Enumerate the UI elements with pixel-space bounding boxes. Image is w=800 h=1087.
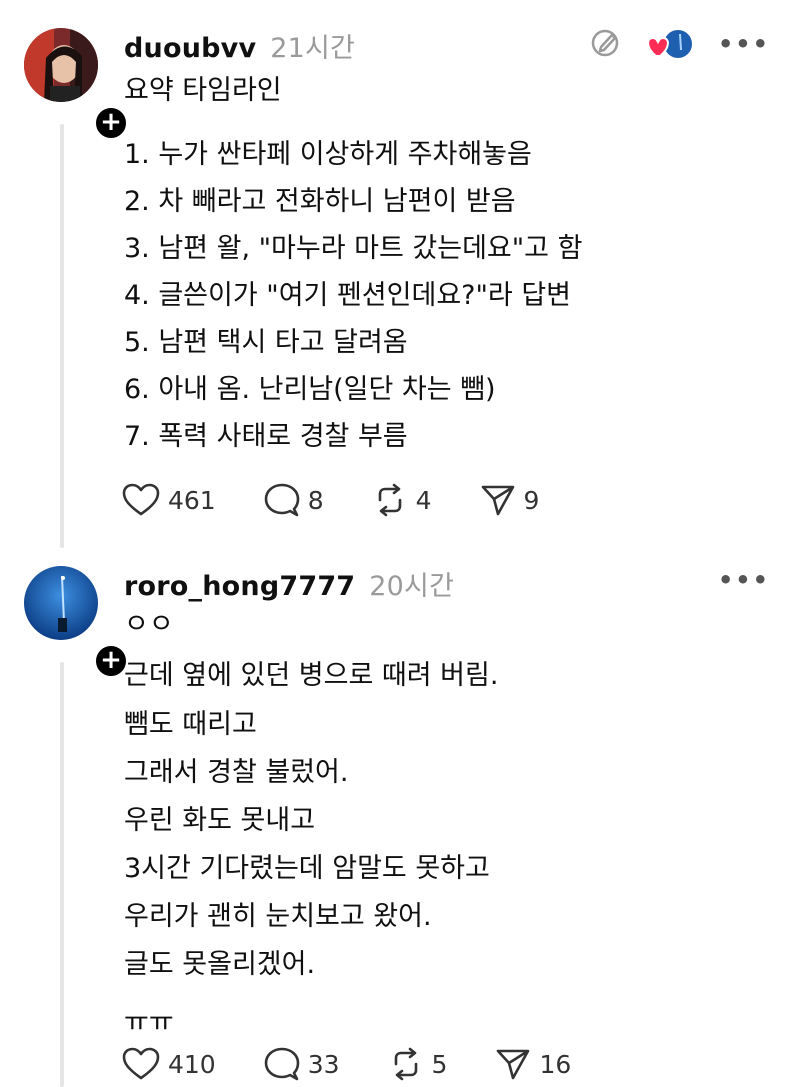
thread-line: [60, 662, 64, 1087]
post-duoubvv: + duoubvv 21시간 ••• 요약 타임라인 1. 누가 싼타페 이상하게…: [0, 0, 800, 548]
post-line: 1. 누가 싼타페 이상하게 주차해놓음: [124, 139, 532, 170]
post-header: roro_hong7777 20시간: [124, 564, 454, 603]
post-line: 3. 남편 왈, "마누라 마트 갔는데요"고 함: [124, 233, 583, 264]
more-options-button[interactable]: •••: [718, 30, 770, 58]
post-line: 4. 글쓴이가 "여기 펜션인데요?"라 답변: [124, 280, 572, 311]
repost-icon: [378, 483, 401, 517]
share-icon: [481, 485, 514, 516]
comment-button[interactable]: 33: [264, 1046, 340, 1082]
post-title: 요약 타임라인: [124, 67, 282, 114]
repost-count: 4: [415, 485, 432, 515]
repost-count: 5: [431, 1049, 448, 1079]
like-button[interactable]: 410: [122, 1047, 216, 1081]
post-line: 7. 폭력 사태로 경찰 부름: [124, 421, 408, 452]
avatar-image: [24, 28, 98, 102]
post-line: ㅠㅠ: [124, 1007, 174, 1038]
post-roro-hong7777: + roro_hong7777 20시간 ••• ㅇㅇ 근데 옆에 있던 병으로 …: [0, 548, 800, 1087]
comment-icon: [264, 483, 300, 517]
pencil-circle-icon[interactable]: [590, 26, 622, 62]
post-line: 뺌도 때리고: [124, 709, 257, 740]
post-line: 5. 남편 택시 타고 달려옴: [124, 327, 408, 358]
avatar-duoubvv[interactable]: +: [24, 28, 130, 142]
like-count: 461: [168, 485, 216, 515]
post-time: 21시간: [270, 33, 356, 64]
username[interactable]: roro_hong7777: [124, 571, 355, 602]
repost-button[interactable]: 4: [372, 482, 432, 518]
post-line: 글도 못올리겠어.: [124, 949, 316, 980]
share-count: 9: [523, 485, 540, 515]
post-time: 20시간: [369, 571, 455, 602]
post-line: 그래서 경찰 불렀어.: [124, 757, 349, 788]
like-count: 410: [168, 1049, 216, 1079]
share-count: 16: [539, 1049, 572, 1079]
share-icon: [497, 1049, 530, 1080]
post-actions: 461 8 4 9: [122, 482, 587, 518]
comment-icon: [264, 1047, 300, 1081]
post-body: 1. 누가 싼타페 이상하게 주차해놓음 2. 차 빼라고 전화하니 남편이 받…: [124, 131, 582, 460]
username[interactable]: duoubvv: [124, 33, 256, 64]
share-button[interactable]: 9: [480, 482, 540, 518]
post-line: 우린 화도 못내고: [124, 805, 316, 836]
post-title-text: 요약 타임라인: [124, 75, 282, 106]
avatar-roro-hong7777[interactable]: +: [24, 566, 130, 680]
post-line: 근데 옆에 있던 병으로 때려 버림.: [124, 660, 499, 691]
post-line: 6. 아내 옴. 난리남(일단 차는 뺌): [124, 374, 496, 405]
avatar-image: [24, 566, 98, 640]
post-header: duoubvv 21시간: [124, 26, 355, 65]
heart-icon: [122, 1047, 160, 1080]
post-top-actions: •••: [718, 566, 770, 594]
post-line: 2. 차 빼라고 전화하니 남편이 받음: [124, 186, 516, 217]
share-button[interactable]: 16: [495, 1046, 571, 1082]
post-actions: 410 33 5 16: [122, 1046, 619, 1082]
heart-icon: [122, 483, 160, 516]
comment-count: 8: [307, 485, 324, 515]
repost-icon: [394, 1047, 417, 1081]
repost-button[interactable]: 5: [388, 1046, 448, 1082]
like-button[interactable]: 461: [122, 483, 216, 517]
thread-line: [60, 124, 64, 548]
more-options-button[interactable]: •••: [718, 566, 770, 594]
post-top-actions: •••: [590, 26, 770, 62]
comment-count: 33: [307, 1049, 340, 1079]
post-line: 우리가 괜히 눈치보고 왔어.: [124, 901, 432, 932]
heart-avatar-icon: [644, 26, 696, 62]
post-body: ㅇㅇ 근데 옆에 있던 병으로 때려 버림. 뺌도 때리고 그래서 경찰 불렀어…: [124, 600, 498, 1047]
post-line: 3시간 기다렸는데 암말도 못하고: [124, 853, 490, 884]
comment-button[interactable]: 8: [264, 482, 324, 518]
post-line: ㅇㅇ: [124, 609, 174, 640]
